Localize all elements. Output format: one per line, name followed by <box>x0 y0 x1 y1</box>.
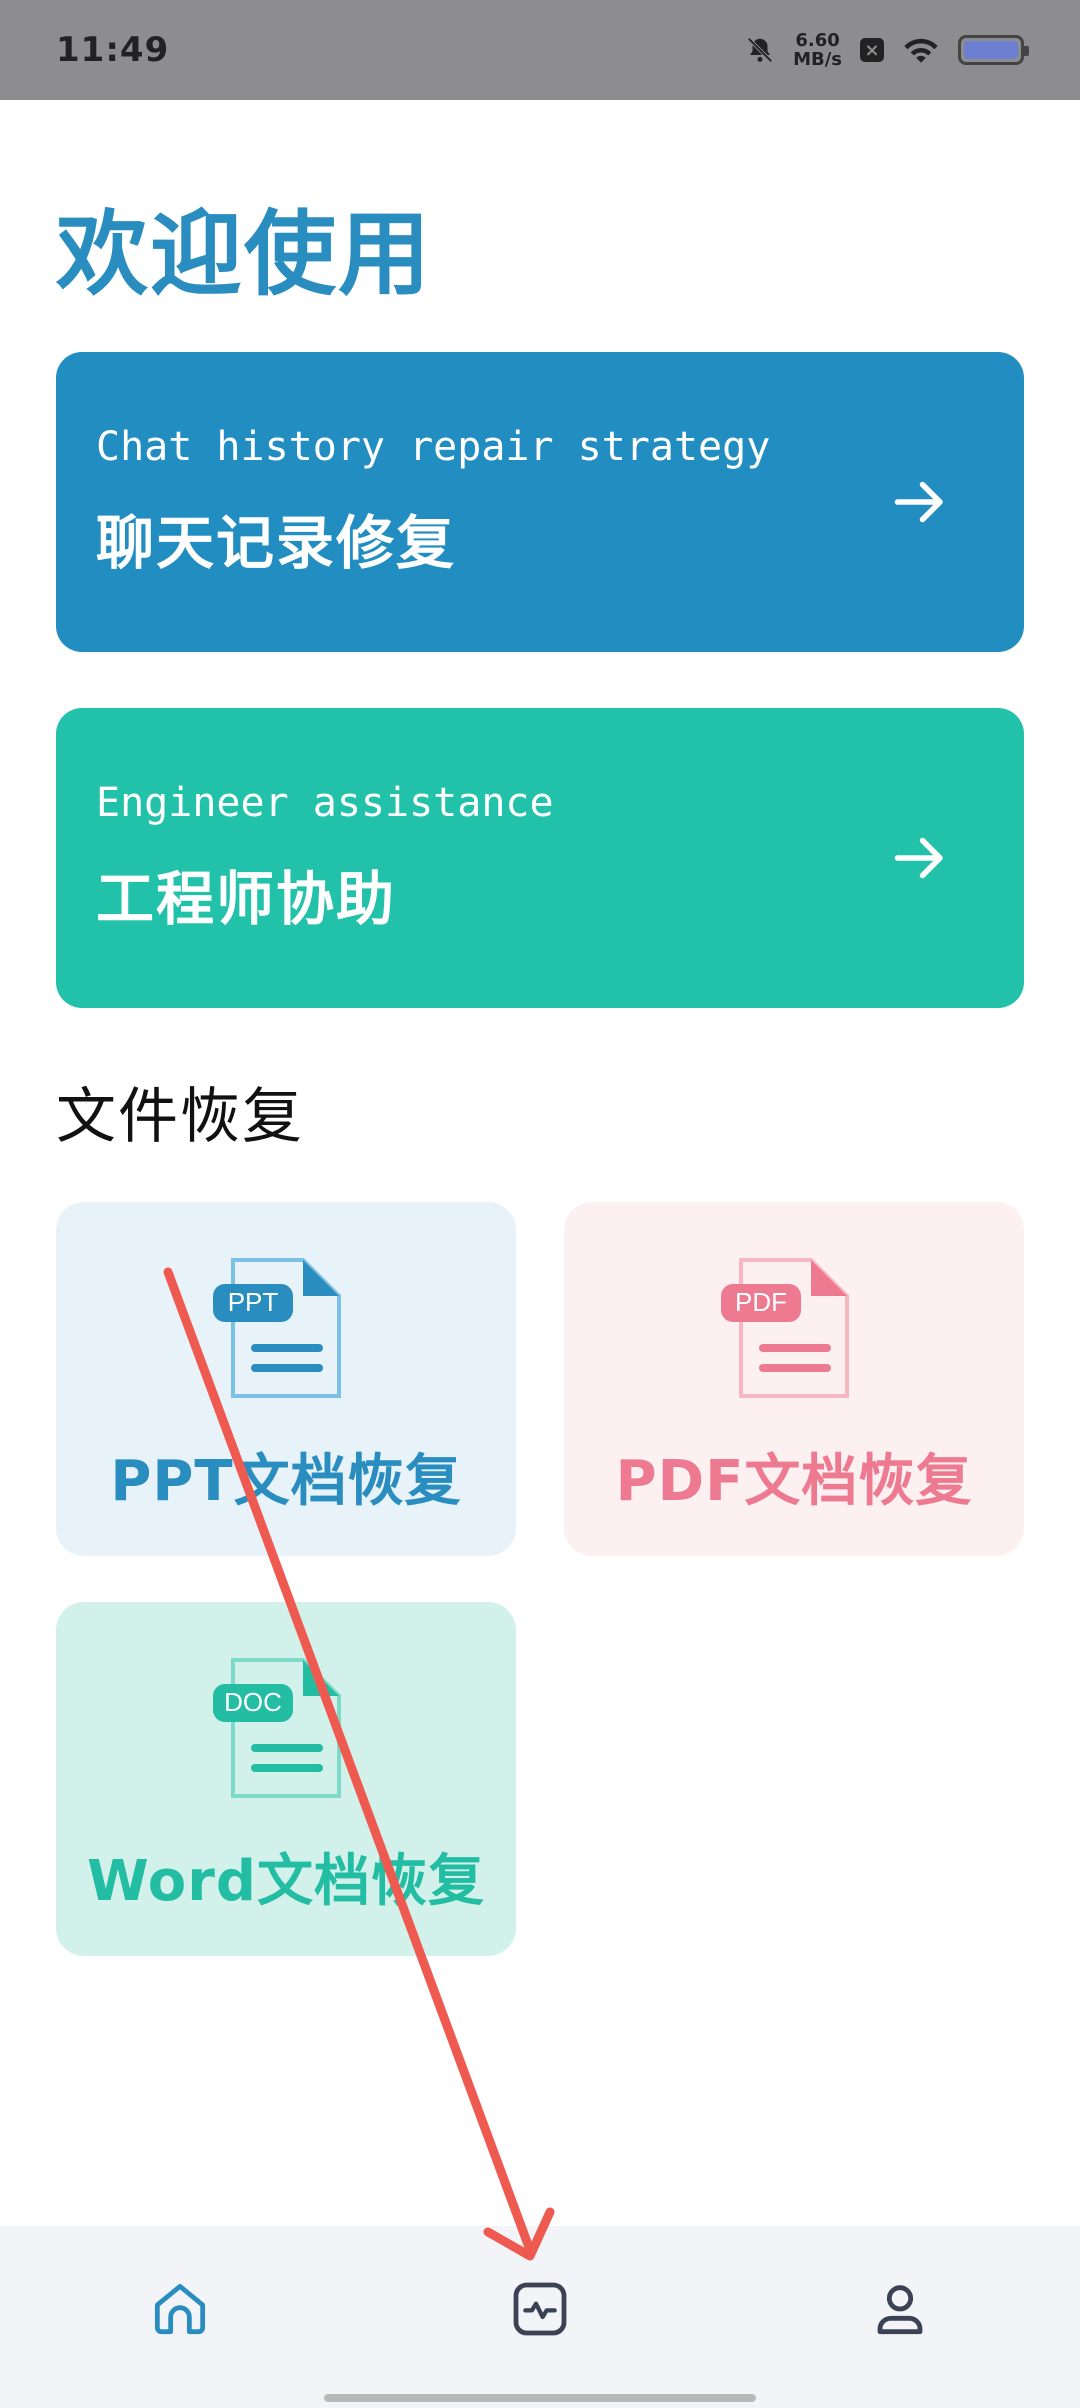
pdf-tile-label: PDF文档恢复 <box>615 1449 973 1514</box>
nav-home[interactable] <box>135 2264 225 2354</box>
bell-muted-icon <box>747 37 773 63</box>
network-speed: 6.60 MB/s <box>793 31 842 69</box>
status-icons: 6.60 MB/s × <box>745 31 1029 69</box>
engineer-card-subtitle: Engineer assistance <box>96 780 554 826</box>
arrow-right-icon <box>894 837 943 879</box>
ppt-file-icon: PPT <box>213 1258 341 1398</box>
ppt-recovery-tile[interactable]: PPT PPT文档恢复 <box>56 1202 516 1556</box>
pdf-recovery-tile[interactable]: PDF PDF文档恢复 <box>564 1202 1024 1556</box>
chat-card-subtitle: Chat history repair strategy <box>96 424 771 470</box>
nav-profile[interactable] <box>855 2264 945 2354</box>
word-recovery-tile[interactable]: DOC Word文档恢复 <box>56 1602 516 1956</box>
wifi-icon <box>904 38 938 63</box>
network-speed-unit: MB/s <box>793 49 842 70</box>
sim-x-icon: × <box>860 38 884 62</box>
ppt-tile-label: PPT文档恢复 <box>110 1449 462 1514</box>
gesture-home-bar[interactable] <box>324 2394 756 2402</box>
bottom-nav <box>0 2226 1080 2408</box>
chat-history-repair-card[interactable]: Chat history repair strategy 聊天记录修复 <box>56 352 1024 652</box>
activity-icon <box>513 2282 567 2336</box>
doc-file-icon: DOC <box>213 1658 341 1798</box>
user-icon <box>877 2285 923 2335</box>
network-speed-value: 6.60 <box>795 30 840 51</box>
arrow-right-icon <box>894 481 943 523</box>
status-time: 11:49 <box>56 30 170 70</box>
home-icon <box>154 2283 206 2335</box>
pdf-badge-text: PDF <box>735 1287 787 1317</box>
nav-activity[interactable] <box>495 2264 585 2354</box>
ppt-badge-text: PPT <box>228 1287 279 1317</box>
status-bar: 11:49 6.60 MB/s × <box>0 0 1080 100</box>
section-title-file-recovery: 文件恢复 <box>56 1082 304 1152</box>
chat-card-title: 聊天记录修复 <box>96 509 457 577</box>
pdf-file-icon: PDF <box>721 1258 849 1398</box>
battery-icon <box>958 35 1029 65</box>
word-tile-label: Word文档恢复 <box>87 1849 485 1914</box>
engineer-assistance-card[interactable]: Engineer assistance 工程师协助 <box>56 708 1024 1008</box>
doc-badge-text: DOC <box>224 1687 282 1717</box>
page-title: 欢迎使用 <box>56 201 433 308</box>
engineer-card-title: 工程师协助 <box>96 865 397 933</box>
